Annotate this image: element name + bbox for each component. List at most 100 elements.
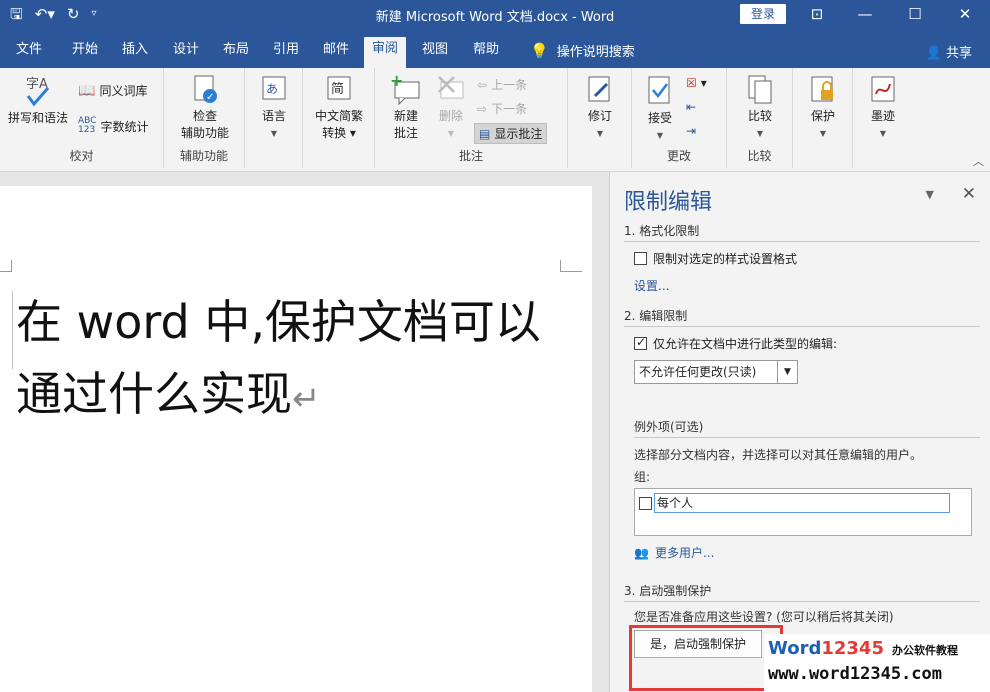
pane-close-icon[interactable]: ✕ xyxy=(962,184,976,204)
editing-type-select[interactable]: 不允许任何更改(只读) ▼ xyxy=(634,360,798,384)
track-changes-button[interactable]: 修订 ▼ xyxy=(580,74,620,142)
reject-button[interactable]: ☒ ▾ xyxy=(686,76,707,90)
ink-dropdown-caret: ▼ xyxy=(879,129,887,138)
ink-icon xyxy=(871,76,895,102)
crop-mark-left xyxy=(0,260,12,272)
thesaurus-icon: 📖 xyxy=(78,82,96,99)
group-accessibility: ✓ 检查 辅助功能 辅助功能 xyxy=(164,68,245,168)
next-change-icon: ⇥ xyxy=(686,124,697,138)
section-exceptions: 例外项(可选) xyxy=(634,418,980,438)
delete-comment-button[interactable]: 删除 ▼ xyxy=(431,74,471,142)
ribbon-display-options-icon[interactable]: ⊡ xyxy=(794,0,840,30)
accept-button[interactable]: 接受 ▼ xyxy=(638,74,682,144)
restrict-editing-pane: 限制编辑 ▼ ✕ 1. 格式化限制 限制对选定的样式设置格式 设置... 2. … xyxy=(609,172,990,692)
collapse-ribbon-icon[interactable]: ︿ xyxy=(973,153,984,169)
group-proofing: 字A 拼写和语法 📖 同义词库 ABC 123 字数统计 校对 xyxy=(0,68,164,168)
chinese-conversion-icon: 简 xyxy=(327,76,351,100)
users-icon: 👥 xyxy=(634,545,649,560)
protect-button[interactable]: 保护 ▼ xyxy=(803,74,843,142)
previous-comment-button[interactable]: ⇦ 上一条 xyxy=(477,76,527,93)
close-window-icon[interactable]: ✕ xyxy=(940,0,990,30)
login-button[interactable]: 登录 xyxy=(740,4,786,24)
group-chinese-conversion: 简 中文简繁 转换 ▾ xyxy=(303,68,375,168)
everyone-checkbox[interactable] xyxy=(639,496,652,510)
share-button[interactable]: 👤 共享 xyxy=(926,42,972,61)
spelling-grammar-button[interactable]: 字A 拼写和语法 xyxy=(4,74,72,127)
minimize-icon[interactable]: — xyxy=(840,0,890,30)
watermark-logo: Word12345 办公软件教程 www.word12345.com xyxy=(764,634,990,692)
more-users-link[interactable]: 👥 更多用户... xyxy=(634,544,714,561)
ribbon: 字A 拼写和语法 📖 同义词库 ABC 123 字数统计 校对 ✓ 检查 辅助功能… xyxy=(0,68,990,172)
format-checkbox-box[interactable] xyxy=(634,252,647,265)
tab-insert[interactable]: 插入 xyxy=(114,38,156,68)
person-icon: 👤 xyxy=(925,46,942,61)
tab-home[interactable]: 开始 xyxy=(64,38,106,68)
group-ink: 墨迹 ▼ xyxy=(853,68,913,168)
editing-restriction-checkbox[interactable]: 仅允许在文档中进行此类型的编辑: xyxy=(634,335,837,352)
tab-review[interactable]: 审阅 xyxy=(364,37,407,68)
group-language: あ 语言 ▼ xyxy=(245,68,303,168)
lightbulb-icon: 💡 xyxy=(530,41,549,60)
tab-design[interactable]: 设计 xyxy=(165,38,207,68)
accessibility-icon: ✓ xyxy=(194,75,217,103)
enforce-description: 您是否准备应用这些设置? (您可以稍后将其关闭) xyxy=(634,610,894,624)
pane-options-icon[interactable]: ▼ xyxy=(926,188,934,201)
word-count-icon: ABC 123 xyxy=(78,116,97,135)
tab-references[interactable]: 引用 xyxy=(265,38,307,68)
show-comments-button[interactable]: ▤ 显示批注 xyxy=(474,123,548,144)
document-text[interactable]: 在 word 中,保护文档可以通过什么实现↵ xyxy=(16,286,576,435)
crop-mark-right xyxy=(560,260,582,272)
select-dropdown-icon[interactable]: ▼ xyxy=(777,361,797,383)
svg-text:+: + xyxy=(390,74,403,90)
chinese-conversion-button[interactable]: 简 中文简繁 转换 ▾ xyxy=(307,74,371,142)
text-cursor-margin xyxy=(12,291,13,369)
editing-checkbox-box[interactable] xyxy=(634,335,647,350)
language-button[interactable]: あ 语言 ▼ xyxy=(253,74,295,142)
paragraph-mark-icon: ↵ xyxy=(292,379,321,419)
list-item: 每个人 xyxy=(639,493,950,513)
tab-help[interactable]: 帮助 xyxy=(465,38,507,68)
spelling-check-icon: 字A xyxy=(26,77,50,107)
thesaurus-button[interactable]: 📖 同义词库 xyxy=(78,82,147,99)
maximize-icon[interactable]: ☐ xyxy=(890,0,940,30)
document-page[interactable]: 在 word 中,保护文档可以通过什么实现↵ xyxy=(0,186,592,692)
next-change-button[interactable]: ⇥ xyxy=(686,124,696,138)
accept-icon xyxy=(648,76,670,104)
group-label-proofing: 校对 xyxy=(69,149,94,163)
tab-layout[interactable]: 布局 xyxy=(215,38,257,68)
ink-button[interactable]: 墨迹 ▼ xyxy=(863,74,903,142)
format-restriction-checkbox[interactable]: 限制对选定的样式设置格式 xyxy=(634,250,797,267)
everyone-label[interactable]: 每个人 xyxy=(654,493,950,513)
group-comments: + 新建 批注 删除 ▼ ⇦ 上一条 ⇨ 下一条 ▤ 显示批注 批注 xyxy=(375,68,568,168)
exceptions-description: 选择部分文档内容，并选择可以对其任意编辑的用户。 xyxy=(634,448,923,462)
group-compare: 比较 ▼ 比较 xyxy=(727,68,793,168)
previous-change-icon: ⇤ xyxy=(686,100,697,114)
document-area: 在 word 中,保护文档可以通过什么实现↵ xyxy=(0,172,593,692)
svg-text:简: 简 xyxy=(331,81,344,97)
section-editing: 2. 编辑限制 xyxy=(624,307,980,327)
tab-mailings[interactable]: 邮件 xyxy=(315,38,357,68)
previous-change-button[interactable]: ⇤ xyxy=(686,100,696,114)
next-comment-button[interactable]: ⇨ 下一条 xyxy=(477,100,527,117)
section-formatting: 1. 格式化限制 xyxy=(624,222,980,242)
tab-view[interactable]: 视图 xyxy=(414,38,456,68)
settings-link[interactable]: 设置... xyxy=(634,277,669,294)
accept-dropdown-caret: ▼ xyxy=(656,131,664,140)
highlight-box xyxy=(629,625,783,691)
pane-title: 限制编辑 xyxy=(624,190,713,215)
group-label-compare: 比较 xyxy=(747,149,772,163)
track-dropdown-caret: ▼ xyxy=(596,129,604,138)
check-accessibility-button[interactable]: ✓ 检查 辅助功能 xyxy=(172,74,238,142)
delete-comment-icon xyxy=(438,76,464,99)
word-count-button[interactable]: ABC 123 字数统计 xyxy=(78,117,148,135)
group-protect: 保护 ▼ xyxy=(793,68,853,168)
group-tracking: 修订 ▼ xyxy=(568,68,632,168)
svg-text:あ: あ xyxy=(266,82,278,96)
tell-me-search[interactable]: 💡 操作说明搜索 xyxy=(530,41,635,61)
tab-file[interactable]: 文件 xyxy=(8,38,50,68)
group-label-comments: 批注 xyxy=(458,149,483,163)
compare-icon xyxy=(748,75,772,104)
compare-button[interactable]: 比较 ▼ xyxy=(739,74,781,142)
new-comment-button[interactable]: + 新建 批注 xyxy=(381,74,431,142)
group-label-accessibility: 辅助功能 xyxy=(179,149,228,163)
